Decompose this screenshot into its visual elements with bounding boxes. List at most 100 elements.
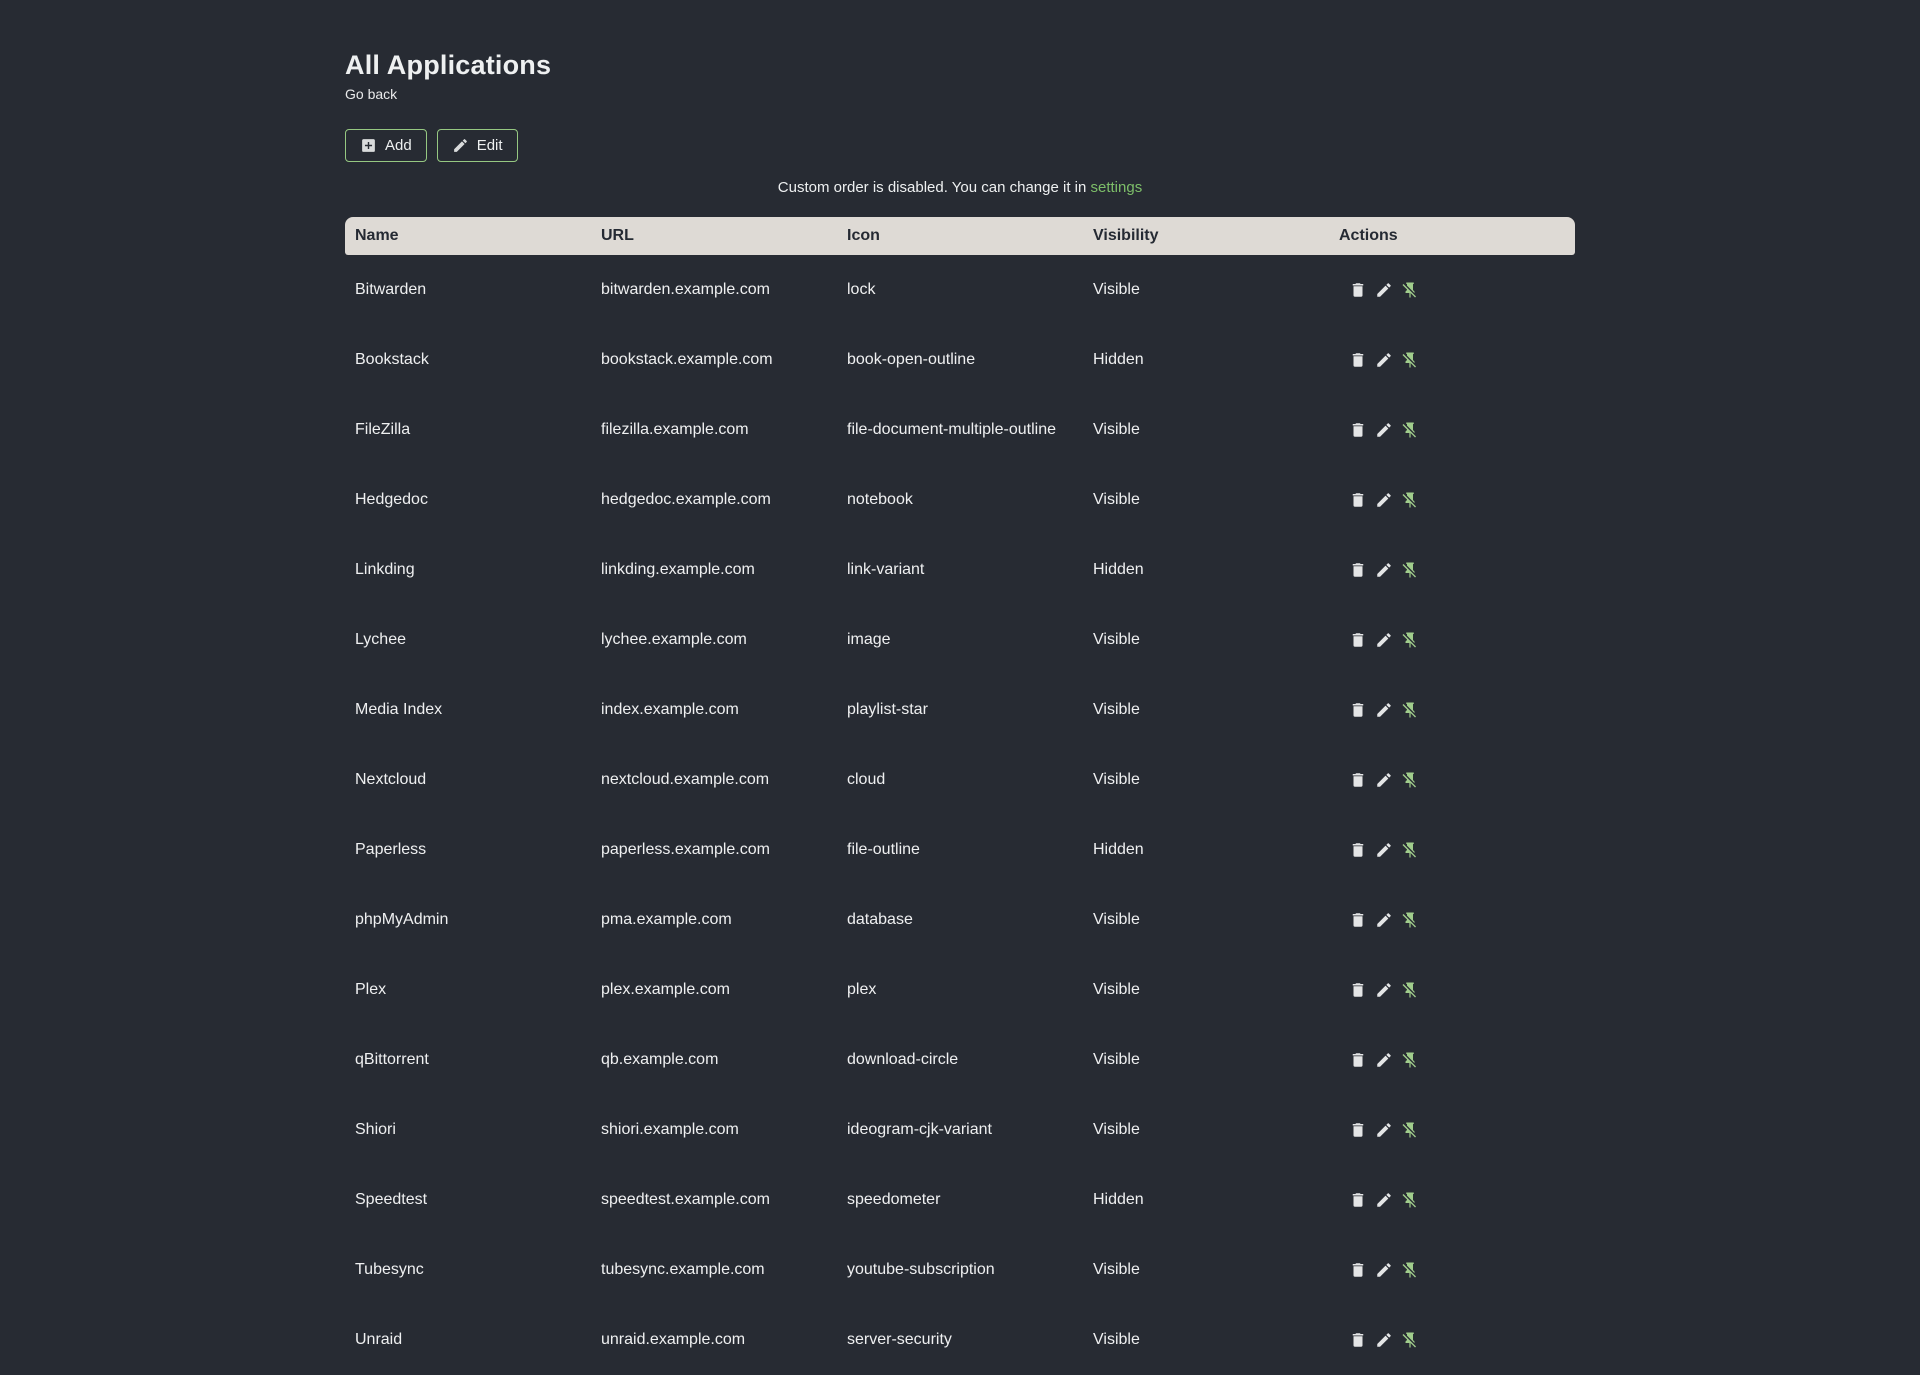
trash-icon [1349, 1121, 1367, 1139]
app-name: Tubesync [355, 1261, 424, 1278]
table-row: Media Index index.example.com playlist-s… [345, 675, 1575, 745]
edit-row-button[interactable] [1375, 351, 1393, 369]
pin-toggle-button[interactable] [1401, 911, 1419, 929]
app-name: Lychee [355, 631, 406, 648]
pin-off-icon [1401, 1331, 1419, 1349]
edit-row-button[interactable] [1375, 1191, 1393, 1209]
pin-toggle-button[interactable] [1401, 491, 1419, 509]
delete-button[interactable] [1349, 281, 1367, 299]
edit-row-button[interactable] [1375, 281, 1393, 299]
pin-toggle-button[interactable] [1401, 281, 1419, 299]
col-header-url: URL [591, 217, 837, 255]
edit-row-button[interactable] [1375, 771, 1393, 789]
app-icon-name: link-variant [847, 561, 925, 578]
delete-button[interactable] [1349, 701, 1367, 719]
edit-row-button[interactable] [1375, 1331, 1393, 1349]
pin-off-icon [1401, 281, 1419, 299]
table-row: qBittorrent qb.example.com download-circ… [345, 1025, 1575, 1095]
delete-button[interactable] [1349, 421, 1367, 439]
app-name: Hedgedoc [355, 491, 428, 508]
edit-row-button[interactable] [1375, 911, 1393, 929]
pin-toggle-button[interactable] [1401, 1261, 1419, 1279]
delete-button[interactable] [1349, 1261, 1367, 1279]
app-url: tubesync.example.com [601, 1261, 765, 1278]
trash-icon [1349, 1331, 1367, 1349]
edit-row-button[interactable] [1375, 841, 1393, 859]
table-row: Bookstack bookstack.example.com book-ope… [345, 325, 1575, 395]
delete-button[interactable] [1349, 491, 1367, 509]
col-header-actions: Actions [1329, 217, 1575, 255]
row-actions [1339, 1248, 1565, 1292]
app-name: Bitwarden [355, 281, 427, 298]
pencil-icon [1375, 1121, 1393, 1139]
edit-row-button[interactable] [1375, 1261, 1393, 1279]
app-icon-name: server-security [847, 1331, 952, 1348]
row-actions [1339, 1178, 1565, 1222]
trash-icon [1349, 701, 1367, 719]
pin-toggle-button[interactable] [1401, 561, 1419, 579]
app-visibility: Visible [1093, 771, 1140, 788]
pin-toggle-button[interactable] [1401, 981, 1419, 999]
app-url: paperless.example.com [601, 841, 770, 858]
pin-toggle-button[interactable] [1401, 421, 1419, 439]
app-url: qb.example.com [601, 1051, 719, 1068]
delete-button[interactable] [1349, 981, 1367, 999]
edit-row-button[interactable] [1375, 1051, 1393, 1069]
settings-link[interactable]: settings [1091, 179, 1143, 196]
edit-row-button[interactable] [1375, 1121, 1393, 1139]
pin-toggle-button[interactable] [1401, 1331, 1419, 1349]
app-visibility: Hidden [1093, 1191, 1144, 1208]
delete-button[interactable] [1349, 771, 1367, 789]
row-actions [1339, 758, 1565, 802]
pin-toggle-button[interactable] [1401, 841, 1419, 859]
table-row: Lychee lychee.example.com image Visible [345, 605, 1575, 675]
row-actions [1339, 1038, 1565, 1082]
delete-button[interactable] [1349, 841, 1367, 859]
add-button-label: Add [385, 137, 412, 154]
pencil-icon [1375, 1261, 1393, 1279]
pin-toggle-button[interactable] [1401, 771, 1419, 789]
delete-button[interactable] [1349, 631, 1367, 649]
add-button[interactable]: Add [345, 129, 427, 162]
edit-row-button[interactable] [1375, 561, 1393, 579]
row-actions [1339, 618, 1565, 662]
pin-toggle-button[interactable] [1401, 1051, 1419, 1069]
app-url: bitwarden.example.com [601, 281, 770, 298]
trash-icon [1349, 561, 1367, 579]
app-visibility: Visible [1093, 491, 1140, 508]
pin-toggle-button[interactable] [1401, 631, 1419, 649]
col-header-name: Name [345, 217, 591, 255]
go-back-link[interactable]: Go back [345, 86, 397, 102]
pin-toggle-button[interactable] [1401, 1121, 1419, 1139]
app-name: Unraid [355, 1331, 403, 1348]
row-actions [1339, 478, 1565, 522]
pin-toggle-button[interactable] [1401, 1191, 1419, 1209]
row-actions [1339, 828, 1565, 872]
delete-button[interactable] [1349, 1051, 1367, 1069]
delete-button[interactable] [1349, 1191, 1367, 1209]
delete-button[interactable] [1349, 1331, 1367, 1349]
delete-button[interactable] [1349, 1121, 1367, 1139]
edit-button[interactable]: Edit [436, 129, 518, 162]
app-icon-name: lock [847, 281, 876, 298]
edit-row-button[interactable] [1375, 421, 1393, 439]
edit-row-button[interactable] [1375, 981, 1393, 999]
pencil-icon [1375, 981, 1393, 999]
pin-toggle-button[interactable] [1401, 701, 1419, 719]
app-icon-name: notebook [847, 491, 913, 508]
edit-row-button[interactable] [1375, 701, 1393, 719]
app-icon-name: book-open-outline [847, 351, 976, 368]
delete-button[interactable] [1349, 561, 1367, 579]
app-url: plex.example.com [601, 981, 730, 998]
pin-toggle-button[interactable] [1401, 351, 1419, 369]
app-url: unraid.example.com [601, 1331, 746, 1348]
app-name: qBittorrent [355, 1051, 429, 1068]
delete-button[interactable] [1349, 351, 1367, 369]
pencil-icon [1375, 421, 1393, 439]
table-row: Nextcloud nextcloud.example.com cloud Vi… [345, 745, 1575, 815]
edit-row-button[interactable] [1375, 491, 1393, 509]
pin-off-icon [1401, 491, 1419, 509]
trash-icon [1349, 1191, 1367, 1209]
delete-button[interactable] [1349, 911, 1367, 929]
edit-row-button[interactable] [1375, 631, 1393, 649]
